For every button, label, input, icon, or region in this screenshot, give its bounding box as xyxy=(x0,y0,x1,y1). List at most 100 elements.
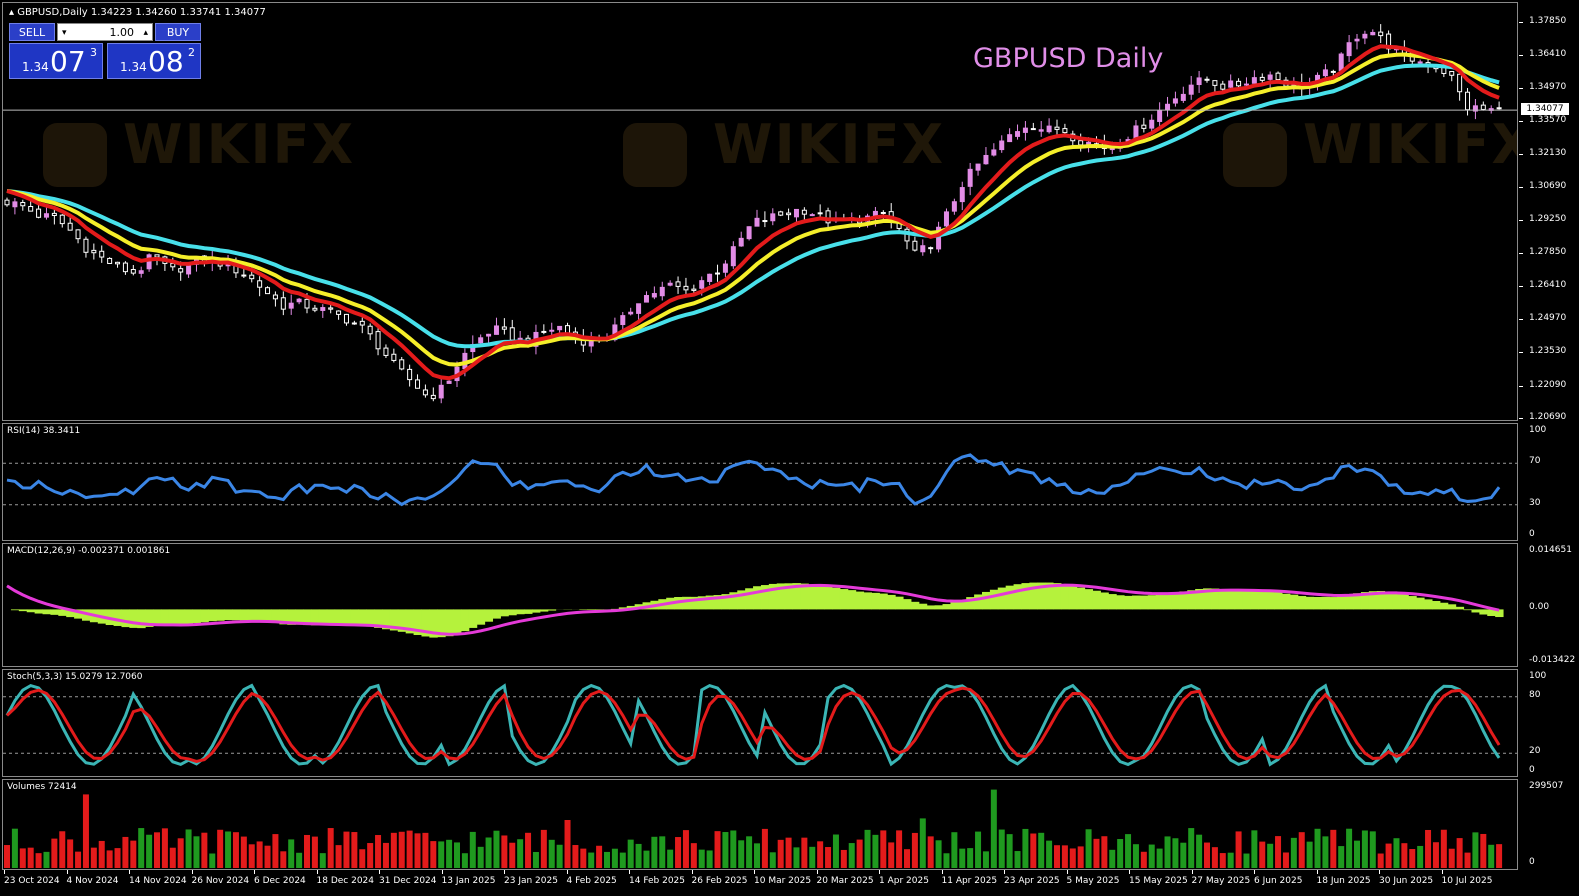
macd-histogram-bar xyxy=(1092,590,1101,610)
volume-bar xyxy=(888,842,895,868)
candle-body xyxy=(265,287,271,295)
macd-histogram-bar xyxy=(1116,595,1125,610)
date-axis-tick xyxy=(1066,870,1068,874)
macd-title: MACD(12,26,9) -0.002371 0.001861 xyxy=(7,546,171,556)
macd-histogram-bar xyxy=(863,592,872,610)
price-axis-tick xyxy=(1519,154,1523,155)
date-axis-tick xyxy=(4,870,5,874)
stochastic-axis: 100 80 20 0 xyxy=(1519,669,1577,777)
date-axis[interactable]: 23 Oct 2024 4 Nov 2024 14 Nov 2024 26 Nov 2… xyxy=(0,870,1519,896)
volume-bar xyxy=(769,852,776,868)
volume-bar xyxy=(201,832,208,868)
volume-bar xyxy=(146,834,153,868)
candle-body xyxy=(1496,107,1502,110)
candle-body xyxy=(762,220,768,223)
candle-body xyxy=(620,315,626,326)
candle-body xyxy=(1259,76,1265,81)
date-axis-tick xyxy=(441,870,443,874)
lot-down-icon[interactable]: ▾ xyxy=(62,24,67,42)
macd-histogram-bar xyxy=(334,609,344,626)
macd-histogram-bar xyxy=(926,605,936,610)
candle-body xyxy=(138,270,144,274)
volume-bar xyxy=(1440,829,1447,868)
buy-button[interactable]: BUY xyxy=(155,23,201,41)
macd-pane[interactable]: MACD(12,26,9) -0.002371 0.001861 xyxy=(2,543,1518,667)
date-axis-tick xyxy=(129,870,130,874)
candle-body xyxy=(430,394,436,400)
volume-bar xyxy=(998,829,1005,868)
candle-body xyxy=(1180,93,1186,101)
volume-bar xyxy=(1148,844,1155,868)
rsi-axis-label: 70 xyxy=(1529,456,1541,467)
ma-slow-line xyxy=(6,63,1500,349)
volume-bar xyxy=(1156,848,1163,868)
candle-body xyxy=(801,209,807,215)
volume-bar xyxy=(232,832,239,868)
bid-price-box[interactable]: 1.34 07 3 xyxy=(9,43,103,79)
price-chart-pane[interactable]: WIKIFX WIKIFX WIKIFX ▴ GBPUSD,Daily 1.34… xyxy=(2,2,1518,421)
candle-body xyxy=(667,282,673,286)
date-axis-label: 26 Feb 2025 xyxy=(691,876,748,886)
macd-axis-label: 0.014651 xyxy=(1529,545,1572,555)
volume-bar xyxy=(27,847,34,868)
macd-histogram-bar xyxy=(468,609,478,628)
date-axis-tick xyxy=(66,870,68,874)
price-axis[interactable]: 1.37850 1.36410 1.34970 1.33570 1.32130 1.306… xyxy=(1519,2,1577,422)
volume-bar xyxy=(446,839,453,868)
volume-bar xyxy=(1140,851,1147,868)
volume-bar xyxy=(1448,848,1455,868)
macd-histogram-bar xyxy=(1416,597,1425,610)
candle-body xyxy=(1251,77,1257,84)
date-axis-tick xyxy=(816,870,818,874)
date-axis-tick xyxy=(379,870,380,874)
date-axis-tick xyxy=(941,870,943,874)
volume-bar xyxy=(217,829,224,868)
macd-histogram-bar xyxy=(1297,596,1307,610)
macd-histogram-bar xyxy=(1289,594,1299,610)
sell-button[interactable]: SELL xyxy=(9,23,55,41)
lot-size-input[interactable]: ▾ 1.00 ▴ xyxy=(57,23,153,41)
macd-histogram-bar xyxy=(1234,590,1244,610)
volume-bar xyxy=(414,833,421,868)
volume-bar xyxy=(122,836,129,868)
candle-body xyxy=(154,254,160,258)
ask-price-box[interactable]: 1.34 08 2 xyxy=(107,43,201,79)
current-price-tag: 1.34077 xyxy=(1521,103,1569,116)
macd-histogram-bar xyxy=(18,609,28,612)
macd-histogram-bar xyxy=(224,609,233,621)
volume-bar xyxy=(1022,828,1029,868)
volumes-pane[interactable]: Volumes 72414 xyxy=(2,779,1518,870)
volumes-title: Volumes 72414 xyxy=(7,782,77,792)
stochastic-canvas xyxy=(3,683,1517,767)
candle-body xyxy=(636,303,642,314)
volume-bar xyxy=(785,837,792,868)
candle-body xyxy=(107,257,113,264)
volume-bar xyxy=(367,843,374,868)
date-axis-label: 15 May 2025 xyxy=(1129,876,1188,886)
candle-body xyxy=(1449,71,1455,76)
volume-bar xyxy=(35,853,42,868)
stochastic-pane[interactable]: Stoch(5,3,3) 15.0279 12.7060 xyxy=(2,669,1518,777)
volume-bar xyxy=(469,831,476,868)
volume-bar xyxy=(430,841,437,868)
macd-histogram-bar xyxy=(918,603,928,610)
volume-bar xyxy=(106,850,113,868)
volume-bar xyxy=(1046,840,1053,868)
candle-body xyxy=(399,359,405,370)
candle-body xyxy=(770,213,776,222)
candle-body xyxy=(383,347,389,356)
volume-bar xyxy=(793,847,800,868)
volume-bar xyxy=(130,840,137,868)
lot-up-icon[interactable]: ▴ xyxy=(143,24,148,42)
price-chart-canvas[interactable] xyxy=(3,3,1518,421)
macd-histogram-bar xyxy=(1108,594,1117,610)
macd-histogram-bar xyxy=(1139,595,1149,610)
candle-body xyxy=(249,274,255,280)
macd-histogram-bar xyxy=(950,602,959,610)
volume-bar xyxy=(90,847,97,868)
volume-bar xyxy=(1417,845,1424,868)
date-axis-tick xyxy=(504,870,505,874)
rsi-pane[interactable]: RSI(14) 38.3411 xyxy=(2,423,1518,541)
macd-axis: 0.014651 0.00 -0.013422 xyxy=(1519,543,1577,667)
macd-histogram-bar xyxy=(816,585,825,610)
